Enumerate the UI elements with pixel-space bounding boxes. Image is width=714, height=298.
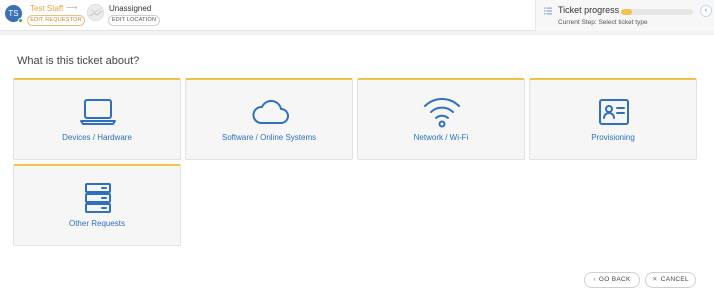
category-card-devices-hardware[interactable]: Devices / Hardware (13, 78, 181, 160)
id-card-icon (599, 99, 629, 125)
go-back-label: GO BACK (598, 276, 631, 283)
close-icon: ✕ (652, 276, 658, 283)
category-label: Devices / Hardware (62, 133, 132, 142)
edit-location-button[interactable]: EDIT LOCATION (108, 15, 160, 26)
category-card-software-online-systems[interactable]: Software / Online Systems (185, 78, 353, 160)
category-label: Software / Online Systems (221, 133, 317, 142)
arrow-right-icon: ⟶ (66, 3, 78, 12)
ticket-progress-panel: Ticket progress Current Step: Select tic… (535, 0, 714, 31)
online-status-dot (18, 18, 23, 23)
cancel-button[interactable]: ✕ CANCEL (645, 272, 696, 288)
chevron-left-icon: ‹ (704, 7, 708, 14)
assignee-name: Unassigned (109, 4, 152, 13)
requestor-name: Test Staff (30, 4, 64, 13)
location-avatar (87, 4, 104, 21)
category-label: Network / Wi-Fi (413, 133, 469, 142)
category-card-provisioning[interactable]: Provisioning (529, 78, 697, 160)
wifi-icon (424, 97, 460, 128)
edit-requestor-button[interactable]: EDIT REQUESTOR (27, 15, 85, 26)
server-icon (85, 183, 111, 213)
current-step-text: Current Step: Select ticket type (558, 19, 648, 26)
category-card-network-wifi[interactable]: Network / Wi-Fi (357, 78, 525, 160)
progress-title: Ticket progress (558, 5, 620, 15)
cloud-icon (252, 99, 289, 124)
go-back-button[interactable]: ‹ GO BACK (584, 272, 640, 288)
laptop-icon (80, 99, 116, 125)
ticket-wizard-page: TS Test Staff ⟶ EDIT REQUESTOR Unassigne… (0, 0, 714, 298)
page-question: What is this ticket about? (17, 55, 140, 67)
list-icon (544, 7, 552, 15)
chevron-left-icon: ‹ (593, 276, 596, 283)
cancel-label: CANCEL (660, 276, 689, 283)
progress-bar (621, 9, 693, 15)
location-map-icon (88, 5, 103, 20)
collapse-panel-button[interactable]: ‹ (700, 5, 712, 17)
category-card-other-requests[interactable]: Other Requests (13, 164, 181, 246)
ticket-header: TS Test Staff ⟶ EDIT REQUESTOR Unassigne… (0, 0, 714, 31)
avatar-initials: TS (8, 9, 19, 18)
category-label: Provisioning (591, 133, 635, 142)
progress-bar-fill (621, 9, 632, 15)
header-shadow (0, 31, 714, 35)
category-label: Other Requests (68, 219, 126, 228)
